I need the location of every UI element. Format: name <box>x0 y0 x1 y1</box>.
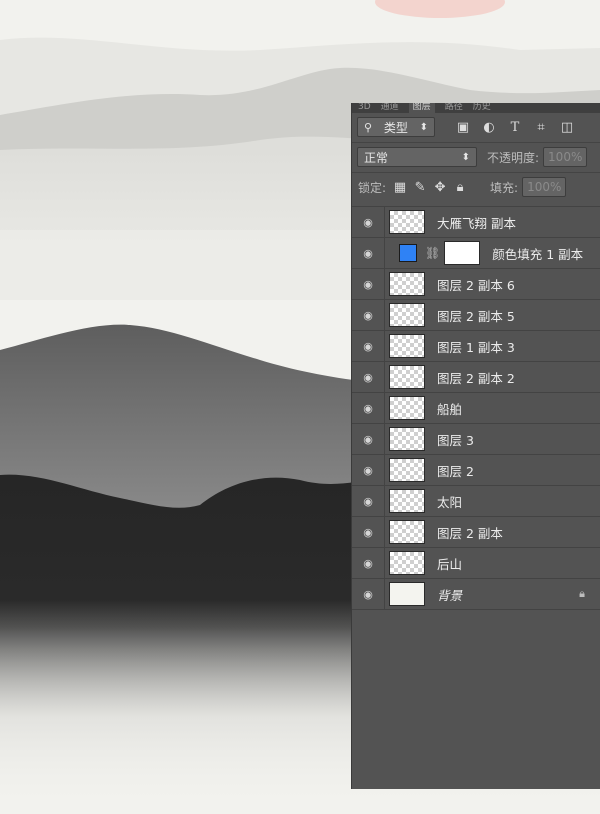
type-filter-icon[interactable]: T <box>507 119 523 135</box>
lock-all-icon[interactable]: 🔒︎ <box>452 179 468 195</box>
layer-filter-dropdown[interactable]: ⚲ 类型 ⬍ <box>357 117 435 137</box>
dropdown-arrows-icon: ⬍ <box>419 121 428 133</box>
layer-name: 图层 1 副本 3 <box>437 339 515 355</box>
layer-thumbnail <box>389 582 425 606</box>
image-filter-icon[interactable]: ▣ <box>455 119 471 135</box>
layer-name: 太阳 <box>437 494 463 510</box>
visibility-eye-icon[interactable]: ◉ <box>352 300 385 330</box>
layer-name: 船舶 <box>437 401 463 417</box>
layer-name: 图层 2 副本 5 <box>437 308 515 324</box>
adjustment-filter-icon[interactable]: ◐ <box>481 119 497 135</box>
panel-tabs: 3D 通道 图层 路径 历史 <box>352 103 600 113</box>
visibility-eye-icon[interactable]: ◉ <box>352 517 385 547</box>
layer-row[interactable]: ◉ 图层 2 副本 5 <box>352 299 600 330</box>
visibility-eye-icon[interactable]: ◉ <box>352 362 385 392</box>
layer-name: 图层 2 副本 2 <box>437 370 515 386</box>
lock-transparent-pixels-icon[interactable]: ▦ <box>392 179 408 195</box>
visibility-eye-icon[interactable]: ◉ <box>352 424 385 454</box>
layer-name: 图层 2 副本 6 <box>437 277 515 293</box>
visibility-eye-icon[interactable]: ◉ <box>352 207 385 237</box>
layer-thumbnail <box>389 427 425 451</box>
layer-row[interactable]: ◉ 图层 2 副本 6 <box>352 268 600 299</box>
visibility-eye-icon[interactable]: ◉ <box>352 269 385 299</box>
dropdown-arrows-icon: ⬍ <box>461 151 470 163</box>
layer-thumbnail <box>389 272 425 296</box>
tab-layers[interactable]: 图层 <box>408 103 435 113</box>
layer-thumbnail <box>389 396 425 420</box>
layer-name: 图层 3 <box>437 432 474 448</box>
layer-thumbnail <box>389 210 425 234</box>
search-icon: ⚲ <box>364 120 373 134</box>
fill-input[interactable]: 100% <box>522 177 567 197</box>
layer-row[interactable]: ◉ 图层 2 <box>352 454 600 485</box>
filter-type-label: 类型 <box>383 120 408 135</box>
layer-row[interactable]: ◉ 后山 <box>352 547 600 578</box>
tab-history[interactable]: 历史 <box>473 103 491 113</box>
visibility-eye-icon[interactable]: ◉ <box>352 331 385 361</box>
fill-color-swatch <box>399 244 417 262</box>
tab-paths[interactable]: 路径 <box>445 103 463 113</box>
smart-object-filter-icon[interactable]: ◫ <box>559 119 575 135</box>
layer-name: 大雁飞翔 副本 <box>437 215 516 231</box>
visibility-eye-icon[interactable]: ◉ <box>352 486 385 516</box>
lock-label: 锁定: <box>358 180 387 195</box>
visibility-eye-icon[interactable]: ◉ <box>352 238 385 268</box>
lock-position-icon[interactable]: ✥ <box>432 179 448 195</box>
visibility-eye-icon[interactable]: ◉ <box>352 579 385 609</box>
layer-row[interactable]: ◉ 大雁飞翔 副本 <box>352 206 600 237</box>
blend-mode-dropdown[interactable]: 正常 ⬍ <box>357 147 477 167</box>
layer-row[interactable]: ◉ 太阳 <box>352 485 600 516</box>
visibility-eye-icon[interactable]: ◉ <box>352 393 385 423</box>
fill-label: 填充: <box>490 180 519 195</box>
layer-row[interactable]: ◉ ⛓ 颜色填充 1 副本 <box>352 237 600 268</box>
layer-name: 颜色填充 1 副本 <box>492 246 584 262</box>
visibility-eye-icon[interactable]: ◉ <box>352 548 385 578</box>
filter-row: ⚲ 类型 ⬍ ▣ ◐ T ⌗ ◫ <box>352 113 600 141</box>
fill-value: 100% <box>527 180 562 194</box>
tab-channels[interactable]: 通道 <box>381 103 399 113</box>
layer-thumbnail <box>389 489 425 513</box>
layer-row[interactable]: ◉ 船舶 <box>352 392 600 423</box>
layer-thumbnail <box>389 303 425 327</box>
lock-image-pixels-icon[interactable]: ✎ <box>412 179 428 195</box>
layer-name: 后山 <box>437 556 463 572</box>
blend-mode-value: 正常 <box>364 150 389 165</box>
layer-thumbnail <box>389 520 425 544</box>
opacity-input[interactable]: 100% <box>543 147 588 167</box>
lock-row: 锁定: ▦ ✎ ✥ 🔒︎ 填充: 100% <box>352 172 600 201</box>
opacity-label: 不透明度: <box>487 150 540 165</box>
chain-link-icon[interactable]: ⛓ <box>425 246 440 260</box>
layer-row[interactable]: ◉ 图层 3 <box>352 423 600 454</box>
layer-row[interactable]: ◉ 图层 2 副本 <box>352 516 600 547</box>
layer-row[interactable]: ◉ 背景 🔒︎ <box>352 578 600 610</box>
blend-row: 正常 ⬍ 不透明度: 100% <box>352 142 600 171</box>
layer-name: 图层 2 <box>437 463 474 479</box>
layer-mask-thumbnail <box>444 241 481 265</box>
lock-icon[interactable]: 🔒︎ <box>579 587 585 601</box>
tab-3d[interactable]: 3D <box>358 103 371 113</box>
layer-thumbnail <box>389 365 425 389</box>
layer-thumbnail <box>389 458 425 482</box>
layer-name: 图层 2 副本 <box>437 525 503 541</box>
layer-row[interactable]: ◉ 图层 2 副本 2 <box>352 361 600 392</box>
layer-thumbnail <box>389 551 425 575</box>
visibility-eye-icon[interactable]: ◉ <box>352 455 385 485</box>
layers-panel: 3D 通道 图层 路径 历史 ⚲ 类型 ⬍ ▣ ◐ T ⌗ ◫ 正常 ⬍ 不透明… <box>351 103 600 789</box>
layer-name: 背景 <box>437 587 463 603</box>
shape-filter-icon[interactable]: ⌗ <box>533 119 549 135</box>
layer-thumbnail <box>389 334 425 358</box>
opacity-value: 100% <box>548 150 583 164</box>
layer-row[interactable]: ◉ 图层 1 副本 3 <box>352 330 600 361</box>
